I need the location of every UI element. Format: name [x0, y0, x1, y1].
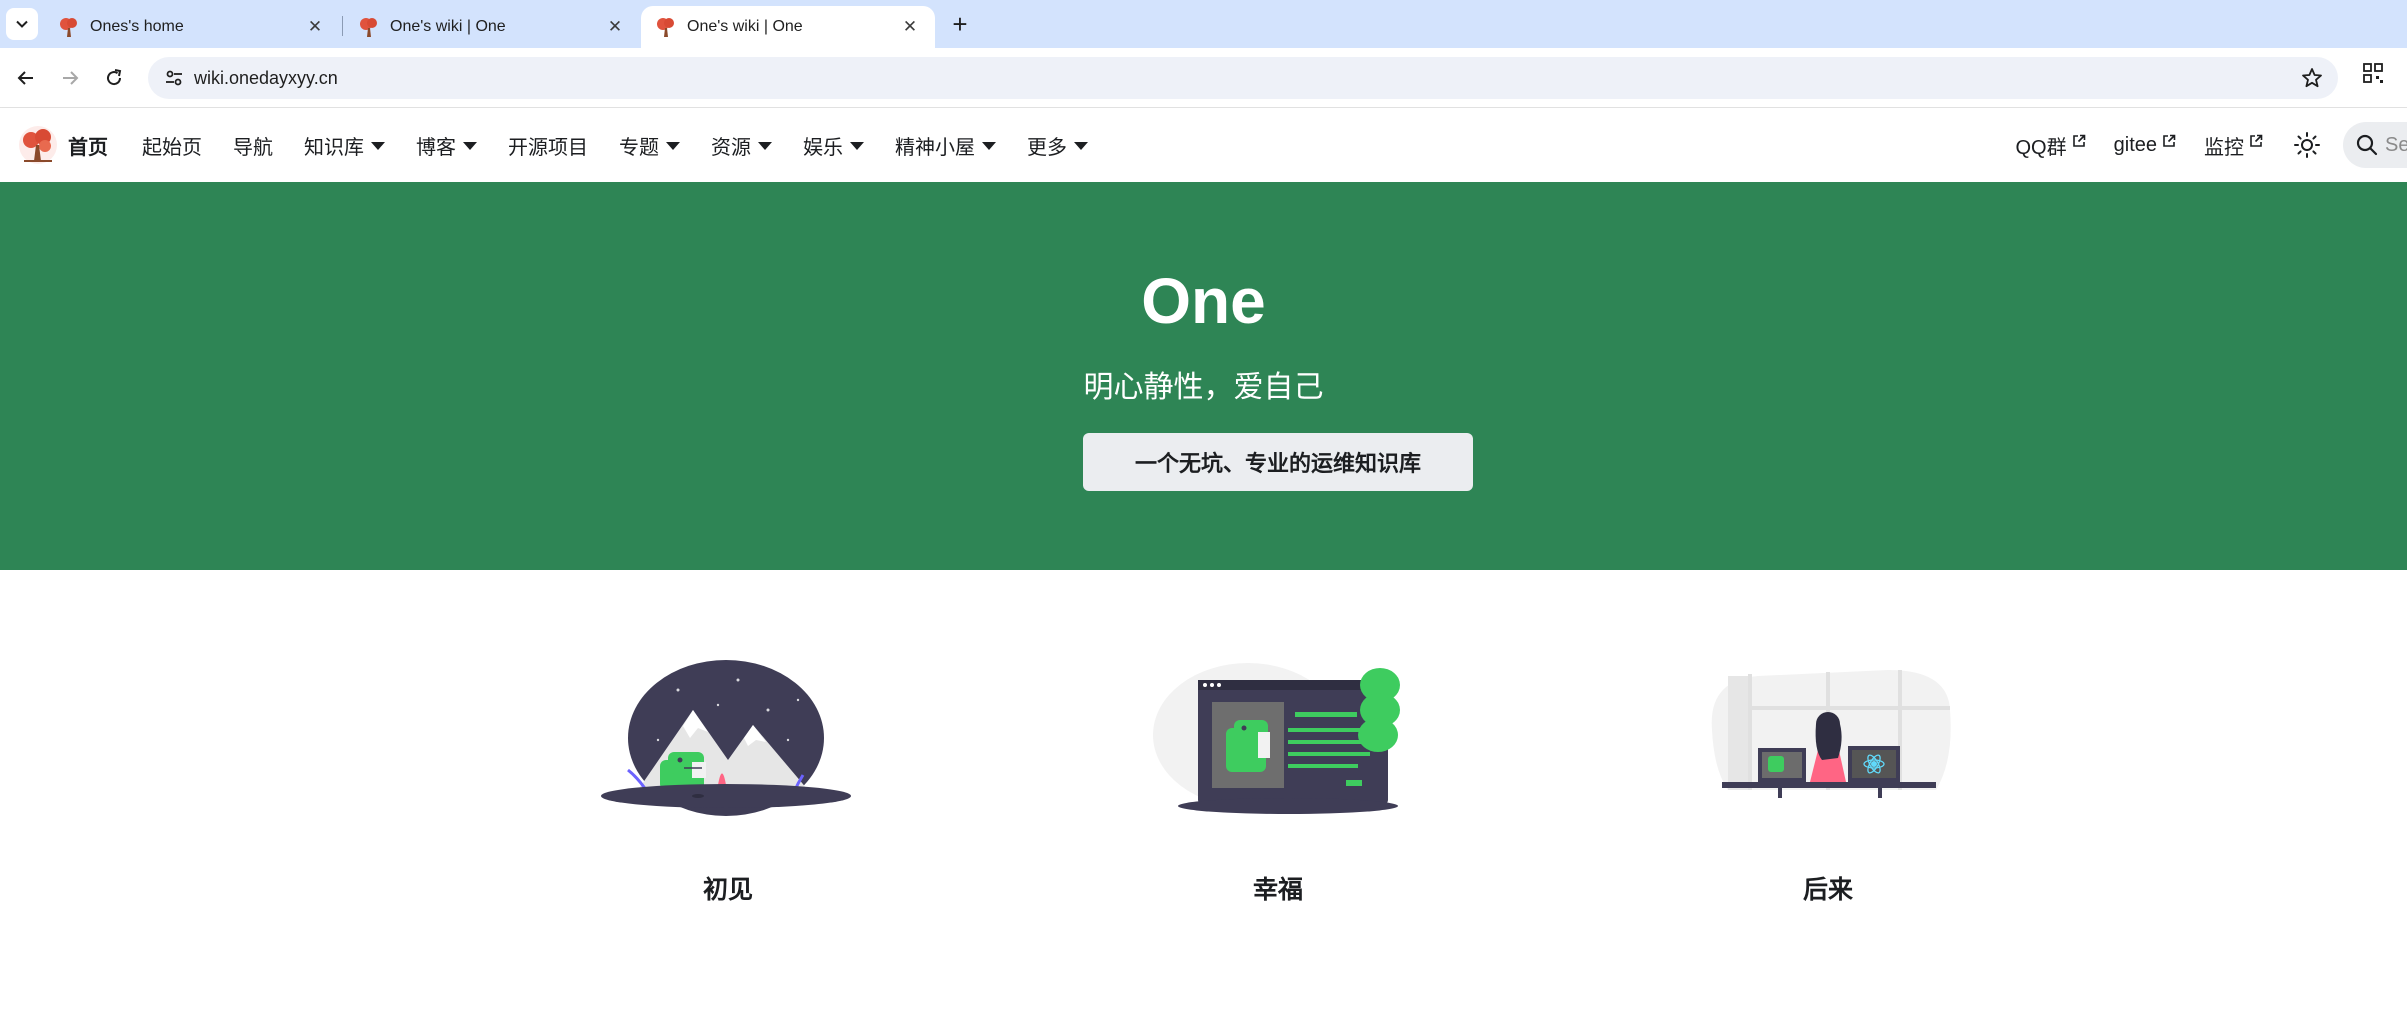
nav-menu: 起始页 导航 知识库 博客 开源项目 专题 资源 娱乐 精神小屋 更多: [142, 108, 1119, 182]
nav-item-topics[interactable]: 专题: [619, 131, 680, 160]
developer-desk-illustration: [1711, 670, 1951, 798]
favicon-tree-icon: [60, 18, 77, 37]
search-input[interactable]: Se: [2343, 122, 2407, 168]
nav-item-label: 娱乐: [803, 136, 843, 159]
search-icon: [2356, 134, 2378, 156]
nav-item-label: 知识库: [304, 136, 364, 159]
caret-down-icon: [758, 142, 772, 150]
browser-tab-strip: Ones's home ✕ One's wiki | One ✕ One's w…: [0, 0, 2407, 48]
back-button[interactable]: [10, 62, 42, 94]
browser-tab-active[interactable]: One's wiki | One ✕: [641, 6, 935, 48]
nav-item-start-page[interactable]: 起始页: [142, 131, 202, 160]
site-navbar: 首页 起始页 导航 知识库 博客 开源项目 专题 资源 娱乐 精神小屋 更多 Q…: [0, 108, 2407, 182]
tab-title: Ones's home: [90, 18, 184, 35]
link-label: 监控: [2204, 136, 2244, 159]
caret-down-icon: [666, 142, 680, 150]
hero-banner: One 明心静性，爱自己 一个无坑、专业的运维知识库: [0, 182, 2407, 570]
sun-icon: [2294, 132, 2320, 158]
forward-button[interactable]: [54, 62, 86, 94]
nav-item-label: 博客: [416, 136, 456, 159]
nav-item-label: 资源: [711, 136, 751, 159]
nav-right-group: QQ群 gitee 监控 Se: [2016, 108, 2407, 182]
tree-logo-icon: [19, 126, 57, 164]
external-link-icon: [2250, 134, 2263, 147]
qr-code-icon[interactable]: [2362, 62, 2384, 84]
hero-subtitle: 明心静性，爱自己: [1083, 371, 1324, 404]
mountain-dino-illustration: [601, 660, 851, 816]
feature-card: 后来: [1658, 650, 1998, 906]
nav-item-label: 起始页: [142, 136, 202, 159]
feature-card: 初见: [558, 650, 898, 906]
browser-tab[interactable]: Ones's home ✕: [44, 6, 340, 48]
browser-tab[interactable]: One's wiki | One ✕: [344, 6, 640, 48]
gitee-link[interactable]: gitee: [2114, 134, 2176, 157]
caret-down-icon: [371, 142, 385, 150]
feature-title: 幸福: [1252, 876, 1303, 904]
nav-item-entertainment[interactable]: 娱乐: [803, 131, 864, 160]
feature-title: 后来: [1802, 876, 1853, 904]
tab-title: One's wiki | One: [687, 18, 803, 35]
favicon-tree-icon: [657, 18, 674, 37]
tab-title: One's wiki | One: [390, 18, 506, 35]
tune-icon: [166, 70, 182, 86]
caret-down-icon: [850, 142, 864, 150]
nav-item-more[interactable]: 更多: [1027, 131, 1088, 160]
hero-cta-button[interactable]: 一个无坑、专业的运维知识库: [1083, 433, 1473, 491]
url-text[interactable]: wiki.onedayxyy.cn: [194, 68, 338, 89]
arrow-left-icon: [17, 71, 33, 85]
nav-item-spirit-cabin[interactable]: 精神小屋: [895, 131, 996, 160]
link-label: QQ群: [2015, 136, 2067, 159]
external-link-icon: [2163, 134, 2176, 147]
close-icon[interactable]: ✕: [604, 16, 626, 38]
caret-down-icon: [463, 142, 477, 150]
feature-card: 幸福: [1108, 650, 1448, 906]
feature-title: 初见: [702, 876, 753, 904]
external-link-icon: [2072, 134, 2085, 147]
search-placeholder: Se: [2385, 133, 2407, 156]
new-tab-button[interactable]: +: [944, 8, 976, 40]
site-info-button[interactable]: [158, 62, 190, 94]
plus-icon: +: [952, 8, 968, 39]
close-icon[interactable]: ✕: [899, 16, 921, 38]
nav-item-resources[interactable]: 资源: [711, 131, 772, 160]
browser-toolbar: wiki.onedayxyy.cn: [0, 48, 2407, 108]
nav-item-label: 精神小屋: [895, 136, 975, 159]
nav-item-label: 开源项目: [508, 136, 588, 159]
nav-item-open-source[interactable]: 开源项目: [508, 131, 588, 160]
nav-item-label: 导航: [233, 136, 273, 159]
brand-title: 首页: [68, 136, 108, 159]
hero-title: One: [1141, 265, 1266, 337]
chevron-down-icon: [16, 20, 28, 28]
screen-dino-illustration: [1153, 663, 1400, 814]
monitor-link[interactable]: 监控: [2204, 131, 2263, 160]
arrow-right-icon: [63, 71, 79, 85]
bookmark-star-icon[interactable]: [2300, 66, 2324, 90]
tab-search-button[interactable]: [6, 8, 38, 40]
address-bar[interactable]: wiki.onedayxyy.cn: [148, 57, 2338, 99]
close-icon[interactable]: ✕: [304, 16, 326, 38]
tab-separator: [342, 16, 343, 36]
favicon-tree-icon: [360, 18, 377, 37]
caret-down-icon: [1074, 142, 1088, 150]
nav-item-blog[interactable]: 博客: [416, 131, 477, 160]
caret-down-icon: [982, 142, 996, 150]
nav-item-label: 更多: [1027, 136, 1067, 159]
nav-item-navigation[interactable]: 导航: [233, 131, 273, 160]
qq-group-link[interactable]: QQ群: [2016, 131, 2086, 160]
theme-toggle-button[interactable]: [2291, 129, 2323, 161]
brand-home-link[interactable]: 首页: [18, 125, 108, 165]
reload-button[interactable]: [98, 62, 130, 94]
nav-item-knowledge-base[interactable]: 知识库: [304, 131, 385, 160]
reload-icon: [107, 69, 122, 86]
link-label: gitee: [2113, 133, 2157, 156]
nav-item-label: 专题: [619, 136, 659, 159]
